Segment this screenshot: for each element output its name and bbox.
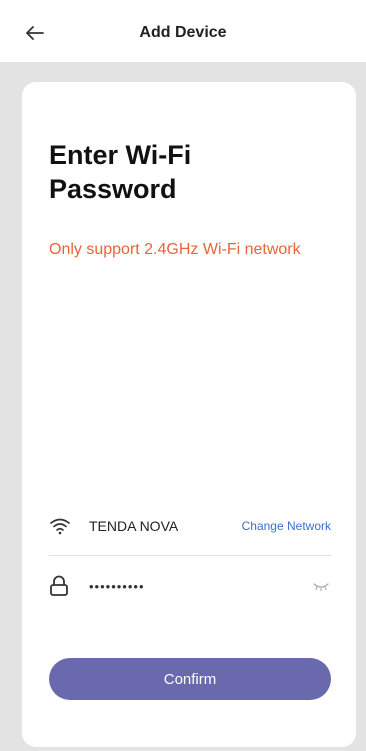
eye-closed-icon[interactable] xyxy=(311,579,331,593)
frequency-warning: Only support 2.4GHz Wi-Fi network xyxy=(49,241,301,258)
page-title: Add Device xyxy=(139,24,227,41)
change-network-link[interactable]: Change Network xyxy=(242,519,331,533)
confirm-button[interactable]: Confirm xyxy=(49,658,331,700)
field-divider xyxy=(49,555,331,556)
card-heading: Enter Wi-Fi Password xyxy=(49,140,192,204)
wifi-password-card: Enter Wi-Fi Password Only support 2.4GHz… xyxy=(22,82,356,747)
wifi-icon xyxy=(49,517,71,535)
lock-icon xyxy=(49,575,71,597)
wifi-network-row: TENDA NOVA Change Network xyxy=(49,512,331,540)
password-input[interactable] xyxy=(89,578,311,594)
password-row xyxy=(49,572,331,600)
wifi-ssid: TENDA NOVA xyxy=(89,518,179,534)
top-bar: Add Device xyxy=(0,0,366,62)
